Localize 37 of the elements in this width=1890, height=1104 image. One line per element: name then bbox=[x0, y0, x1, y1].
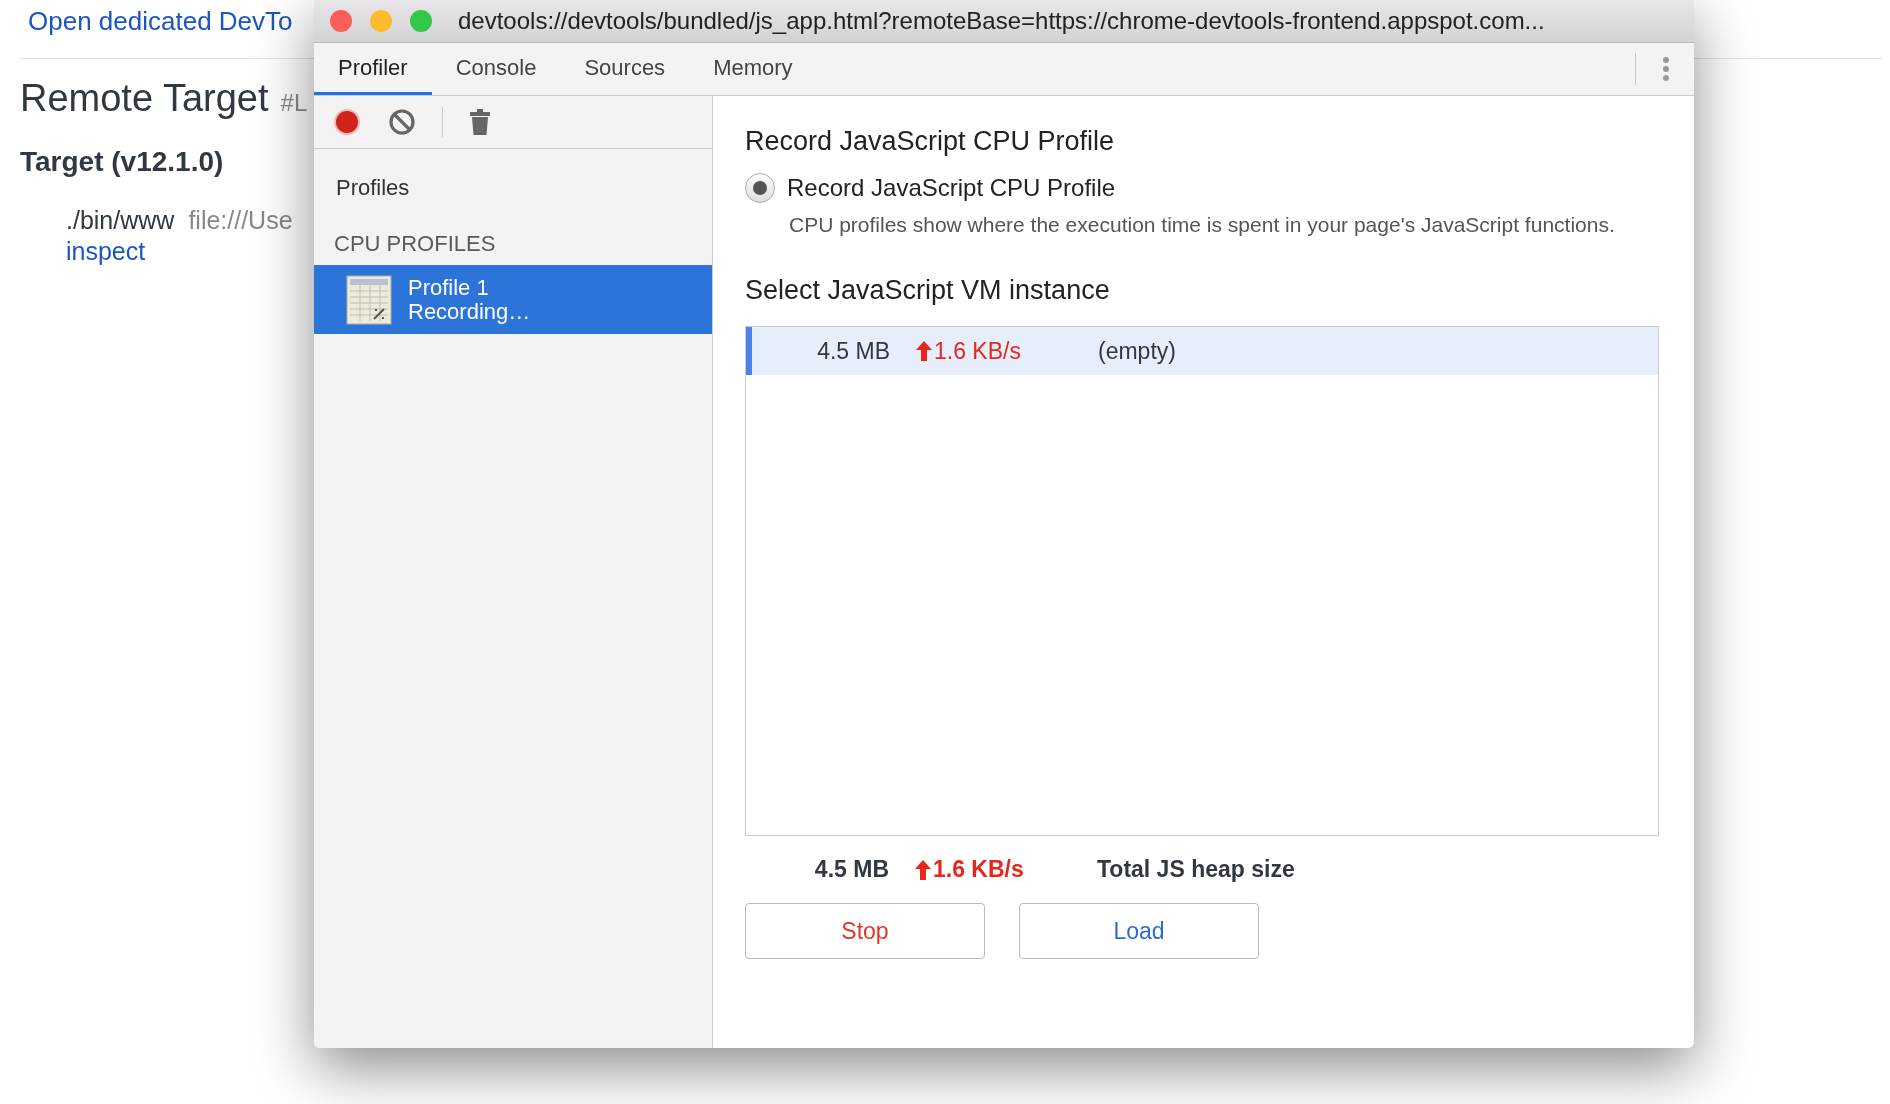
window-title: devtools://devtools/bundled/js_app.html?remoteBase=https://chrome-devtools-frontend.appspot.com... bbox=[458, 7, 1545, 35]
vm-instance-row[interactable]: 4.5 MB 1.6 KB/s (empty) bbox=[746, 327, 1658, 375]
profile-name: Profile 1 bbox=[408, 275, 490, 300]
total-heap-size: 4.5 MB bbox=[813, 856, 889, 883]
page-title: Remote Target bbox=[20, 77, 269, 120]
instance-name: (empty) bbox=[1098, 337, 1176, 365]
radio-button[interactable] bbox=[745, 173, 775, 203]
summary-label: Total JS heap size bbox=[1097, 856, 1295, 883]
heap-size: 4.5 MB bbox=[816, 337, 890, 365]
script-name: ./bin/www bbox=[66, 206, 175, 235]
target-heading: Target (v12.1.0) bbox=[20, 146, 224, 178]
tab[interactable]: Sources bbox=[560, 43, 690, 95]
profile-item[interactable]: Profile 1 Recording… bbox=[314, 265, 712, 334]
section-header: CPU PROFILES bbox=[333, 230, 497, 258]
record-icon[interactable] bbox=[332, 107, 362, 137]
load-button[interactable]: Load bbox=[1019, 903, 1259, 959]
stop-button[interactable]: Stop bbox=[745, 903, 985, 959]
more-icon[interactable] bbox=[1662, 56, 1670, 82]
heap-rate: 1.6 KB/s bbox=[934, 337, 1022, 365]
clear-icon[interactable] bbox=[388, 108, 416, 136]
total-heap-rate: 1.6 KB/s bbox=[933, 856, 1025, 883]
spreadsheet-icon bbox=[346, 274, 392, 325]
tab[interactable]: Console bbox=[431, 43, 561, 95]
title-suffix: #L bbox=[280, 89, 308, 117]
profiles-label[interactable]: Profiles bbox=[314, 149, 712, 201]
section-title: Record JavaScript CPU Profile bbox=[745, 126, 1115, 157]
tab[interactable]: Memory bbox=[689, 43, 817, 95]
up-arrow-icon bbox=[915, 859, 931, 880]
devtools-link[interactable]: Open dedicated DevTo bbox=[28, 6, 293, 36]
inspect-link[interactable]: inspect bbox=[66, 237, 146, 266]
profile-status: Recording… bbox=[408, 299, 531, 324]
up-arrow-icon bbox=[916, 341, 932, 361]
radio-label[interactable]: Record JavaScript CPU Profile bbox=[787, 174, 1116, 202]
description: CPU profiles show where the execution time is spent in your page's JavaScript functions. bbox=[789, 212, 1615, 238]
trash-icon[interactable] bbox=[469, 108, 491, 136]
file-path: file:///Use bbox=[188, 206, 293, 235]
section-title: Select JavaScript VM instance bbox=[745, 275, 1110, 306]
